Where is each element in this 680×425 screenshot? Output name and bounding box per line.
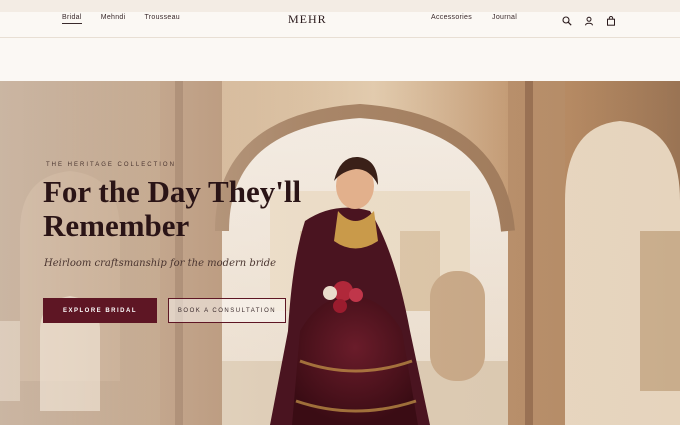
book-consultation-button[interactable]: BOOK A CONSULTATION [168,298,286,323]
nav-link-trousseau[interactable]: Trousseau [144,14,180,24]
primary-nav: Bridal Mehndi Trousseau [62,14,180,24]
announcement-strip [0,0,680,12]
header-icons [562,13,616,26]
explore-bridal-button[interactable]: EXPLORE BRIDAL [43,298,157,323]
brand-logo[interactable]: MEHR [288,12,327,27]
hero-eyebrow: THE HERITAGE COLLECTION [46,162,176,168]
headline-line-1: For the Day They'll [43,174,302,209]
header-spacer [0,39,680,81]
search-icon[interactable] [562,13,572,26]
nav-link-mehndi[interactable]: Mehndi [101,14,126,24]
hero-image [0,81,680,425]
cart-icon[interactable] [606,13,616,26]
site-header: Bridal Mehndi Trousseau MEHR Accessories… [0,12,680,38]
hero-subline: Heirloom craftsmanship for the modern br… [44,258,277,269]
hero-banner [0,81,680,425]
nav-link-journal[interactable]: Journal [492,14,517,23]
nav-link-bridal[interactable]: Bridal [62,14,82,24]
secondary-nav: Accessories Journal [431,14,517,23]
headline-line-2: Remember [43,208,190,243]
account-icon[interactable] [584,13,594,26]
hero-headline: For the Day They'll Remember [43,175,333,243]
nav-link-accessories[interactable]: Accessories [431,14,472,23]
